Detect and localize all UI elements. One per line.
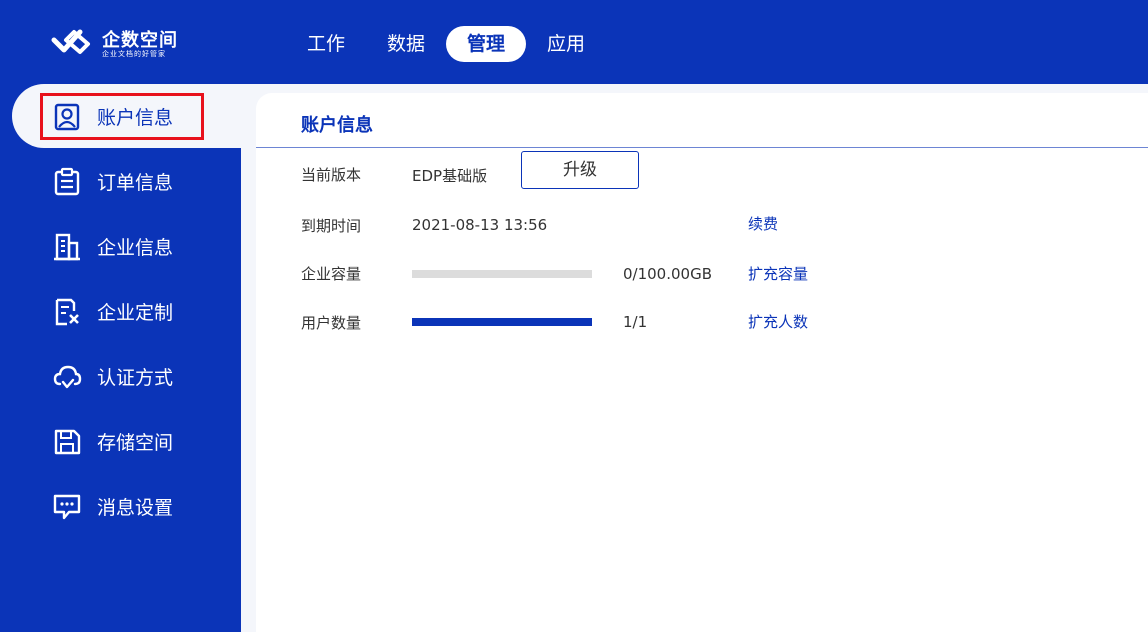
sidebar-item-label: 企业信息 <box>97 237 174 259</box>
tab-work[interactable]: 工作 <box>290 26 362 62</box>
sidebar-item-enterprise-info[interactable]: 企业信息 <box>0 214 241 279</box>
message-icon <box>52 492 82 522</box>
cloud-check-icon <box>52 362 82 392</box>
logo-icon <box>51 29 90 54</box>
version-label: 当前版本 <box>301 166 362 184</box>
users-usage-text: 1/1 <box>623 313 648 331</box>
users-label: 用户数量 <box>301 314 362 332</box>
sidebar-item-label: 账户信息 <box>97 107 174 129</box>
building-icon <box>52 232 82 262</box>
tab-data[interactable]: 数据 <box>370 26 442 62</box>
page-title: 账户信息 <box>301 115 373 136</box>
capacity-usage-text: 0/100.00GB <box>623 265 712 283</box>
users-progress-bar <box>412 318 592 326</box>
sidebar-item-auth-method[interactable]: 认证方式 <box>0 344 241 409</box>
tab-manage[interactable]: 管理 <box>446 26 526 62</box>
title-divider <box>256 147 1148 148</box>
top-bar: 企数空间 企业文档的好管家 工作 数据 管理 应用 <box>0 0 1148 84</box>
upgrade-button[interactable]: 升级 <box>521 151 639 189</box>
sidebar: 账户信息 订单信息 企业信息 企业定制 认证方式 存储空间 消息设置 <box>0 84 241 632</box>
sidebar-item-label: 企业定制 <box>97 302 174 324</box>
floppy-disk-icon <box>52 427 82 457</box>
clipboard-icon <box>52 167 82 197</box>
expiry-label: 到期时间 <box>301 217 362 235</box>
sidebar-item-label: 订单信息 <box>97 172 174 194</box>
expand-capacity-link[interactable]: 扩充容量 <box>748 263 808 284</box>
expand-users-link[interactable]: 扩充人数 <box>748 311 808 332</box>
capacity-progress-bar <box>412 270 592 278</box>
tab-apps[interactable]: 应用 <box>530 26 602 62</box>
expiry-value: 2021-08-13 13:56 <box>412 216 548 234</box>
renew-link[interactable]: 续费 <box>748 213 778 234</box>
sidebar-item-enterprise-custom[interactable]: 企业定制 <box>0 279 241 344</box>
sidebar-item-account-info[interactable]: 账户信息 <box>0 84 241 149</box>
users-progress-fill <box>412 318 592 326</box>
sidebar-item-label: 消息设置 <box>97 497 174 519</box>
version-value: EDP基础版 <box>412 167 488 185</box>
sidebar-item-message-settings[interactable]: 消息设置 <box>0 474 241 539</box>
account-info-panel: 账户信息 当前版本 EDP基础版 升级 到期时间 2021-08-13 13:5… <box>256 93 1148 632</box>
document-custom-icon <box>52 297 82 327</box>
sidebar-item-label: 存储空间 <box>97 432 174 454</box>
sidebar-item-label: 认证方式 <box>97 367 174 389</box>
sidebar-item-order-info[interactable]: 订单信息 <box>0 149 241 214</box>
user-card-icon <box>52 102 82 132</box>
brand-subtitle: 企业文档的好管家 <box>102 50 166 58</box>
capacity-label: 企业容量 <box>301 265 362 283</box>
sidebar-item-storage[interactable]: 存储空间 <box>0 409 241 474</box>
brand-logo[interactable]: 企数空间 企业文档的好管家 <box>50 22 190 66</box>
